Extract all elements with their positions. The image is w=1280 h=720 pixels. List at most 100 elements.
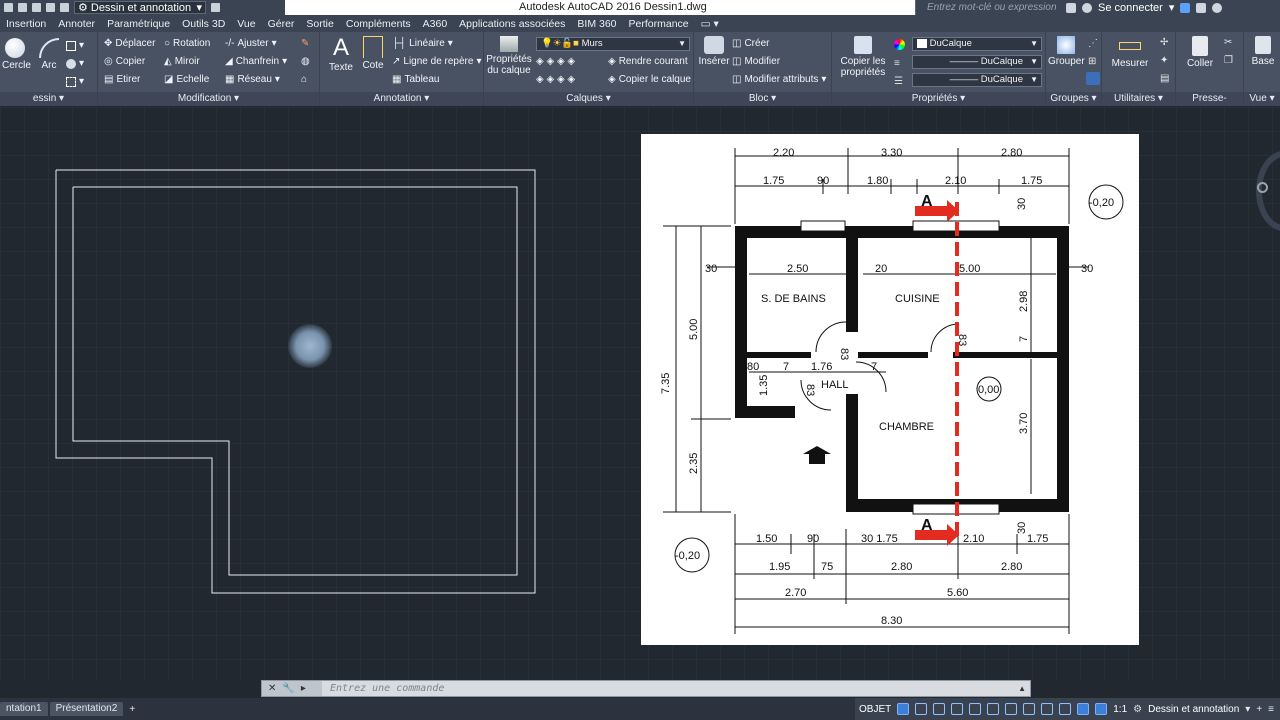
panel-title-calques[interactable]: Calques ▾ [484,92,693,106]
mesurer-button[interactable]: Mesurer [1108,36,1152,69]
offset-button[interactable]: ⌂ [301,74,307,85]
tab-outils-3d[interactable]: Outils 3D [176,18,231,30]
arc-button[interactable]: Arc [36,38,62,71]
floor-plan-image[interactable]: 2.20 3.30 2.80 1.75 90 1.80 2.10 1.75 1.… [641,134,1139,645]
echelle-button[interactable]: ◪ Echelle [164,74,209,85]
signin-link[interactable]: Se connecter [1098,2,1163,14]
binoculars-icon[interactable] [1066,2,1076,13]
search-input[interactable]: Entrez mot-clé ou expression [915,0,1060,15]
tab-sortie[interactable]: Sortie [300,18,339,30]
cote-button[interactable]: Cote [360,36,386,71]
tableau-button[interactable]: ▦ Tableau [392,74,439,85]
snap-icon[interactable] [915,703,928,715]
selection-cycling-icon[interactable] [1041,703,1054,715]
deplacer-button[interactable]: ✥ Déplacer [104,38,155,49]
tab-insertion[interactable]: Insertion [0,18,52,30]
ajuster-button[interactable]: -/- Ajuster ▾ [225,38,277,49]
modifier-attributs-button[interactable]: ◫ Modifier attributs ▾ [732,74,826,85]
chevron-up-icon[interactable]: ▲ [1018,684,1030,693]
navigation-dot-icon[interactable] [1257,182,1268,193]
quick-select-icon[interactable]: ✢ [1160,37,1168,48]
circle-button[interactable]: Cercle [2,38,31,71]
lineweight-toggle-icon[interactable] [1005,703,1018,715]
tab-bim360[interactable]: BIM 360 [571,18,622,30]
tab-applications[interactable]: Applications associées [453,18,571,30]
undo-icon[interactable] [32,3,41,12]
command-prompt-icon[interactable]: ▸ [301,683,306,694]
calculator-icon[interactable]: ▤ [1160,73,1169,84]
copier-calque-button[interactable]: ◈ Copier le calque [608,74,691,85]
layer-dropdown[interactable]: 💡☀🔓■ Murs ▼ [536,37,690,51]
panel-title-modification[interactable]: Modification ▾ [98,92,319,106]
otrack-icon[interactable] [987,703,1000,715]
inserer-button[interactable]: Insérer [698,36,730,67]
redo-icon[interactable] [46,3,55,12]
layer-tools-row2[interactable]: ◈ ◈ ◈ ◈ [536,74,575,85]
tab-complements[interactable]: Compléments [340,18,417,30]
creer-button[interactable]: ◫ Créer [732,38,769,49]
proprietes-calque-button[interactable]: Propriétés du calque [486,36,532,76]
chevron-down-icon[interactable]: ▾ [1245,704,1250,715]
modifier-bloc-button[interactable]: ◫ Modifier [732,56,780,67]
saveas-icon[interactable] [18,3,27,12]
tab-annoter[interactable]: Annoter [52,18,101,30]
ligne-repere-button[interactable]: ↗ Ligne de repère ▾ [392,56,481,67]
tab-a360[interactable]: A360 [417,18,454,30]
panel-title-dessin[interactable]: essin ▾ [0,92,97,106]
panel-title-annotation[interactable]: Annotation ▾ [320,92,483,106]
copier-button[interactable]: ◎ Copier [104,56,145,67]
group-select-icon[interactable] [1086,72,1100,85]
rotation-button[interactable]: ○ Rotation [164,38,210,49]
lineaire-button[interactable]: ├┤ Linéaire ▾ [392,38,453,49]
linetype-dropdown[interactable]: ——— DuCalque ▼ [912,55,1042,69]
save-icon[interactable] [4,3,13,12]
workspace-status[interactable]: Dessin et annotation [1148,704,1239,715]
copier-proprietes-button[interactable]: Copier les propriétés [834,36,892,78]
chevron-down-icon[interactable]: ▾ [1169,1,1175,14]
add-layout-icon[interactable]: + [125,704,139,715]
region-tool[interactable]: ▾ [66,76,84,87]
plot-icon[interactable] [60,3,69,12]
ortho-icon[interactable] [933,703,946,715]
exchange-icon[interactable] [1180,2,1191,13]
share-icon[interactable] [211,3,220,12]
panel-title-groupes[interactable]: Groupes ▾ [1046,92,1101,106]
annotation-visibility-icon[interactable] [1077,703,1090,715]
annotation-scale[interactable]: 1:1 [1113,704,1127,715]
tab-performance[interactable]: Performance [623,18,695,30]
wrench-icon[interactable]: 🔧 [282,683,294,694]
inner-wall-outline[interactable] [72,186,518,576]
erase-button[interactable]: ✎ [301,38,309,49]
rendre-courant-button[interactable]: ◈ Rendre courant [608,56,688,67]
tab-presentation2[interactable]: Présentation2 [49,702,124,716]
close-icon[interactable]: ✕ [268,683,276,694]
tab-parametrique[interactable]: Paramétrique [101,18,176,30]
autoscale-icon[interactable] [1095,703,1108,715]
lineweight-dropdown[interactable]: ——— DuCalque ▼ [912,73,1042,87]
ungroup-icon[interactable]: ⋰ [1088,38,1098,49]
group-edit-icon[interactable]: ⊞ [1088,56,1096,67]
point-icon[interactable]: ✦ [1160,55,1168,66]
gear-icon[interactable]: ⚙ [1133,704,1142,715]
panel-title-vue[interactable]: Vue ▾ [1244,92,1280,106]
3d-osnap-icon[interactable] [1059,703,1072,715]
autodesk-icon[interactable] [1196,2,1207,13]
grouper-button[interactable]: Grouper [1048,36,1085,67]
tab-vue[interactable]: Vue [231,18,261,30]
panel-title-bloc[interactable]: Bloc ▾ [694,92,831,106]
rectangle-tool[interactable]: ▾ [66,40,84,51]
reseau-button[interactable]: ▦ Réseau ▾ [225,74,280,85]
tab-gerer[interactable]: Gérer [262,18,301,30]
explode-button[interactable]: ◍ [301,56,310,67]
model-space-button[interactable]: OBJET [859,704,891,715]
command-input[interactable]: Entrez une commande [322,683,444,694]
transparency-icon[interactable] [1023,703,1036,715]
coller-button[interactable]: Coller [1182,36,1218,69]
layer-tools-row1[interactable]: ◈ ◈ ◈ ◈ [536,56,575,67]
osnap-icon[interactable] [969,703,982,715]
grid-icon[interactable] [897,703,910,715]
help-icon[interactable] [1212,2,1223,13]
tab-presentation1[interactable]: ntation1 [0,702,48,716]
copy-clip-icon[interactable]: ❐ [1224,55,1233,66]
panel-title-presse-papiers[interactable]: Presse-papiers [1176,92,1243,118]
